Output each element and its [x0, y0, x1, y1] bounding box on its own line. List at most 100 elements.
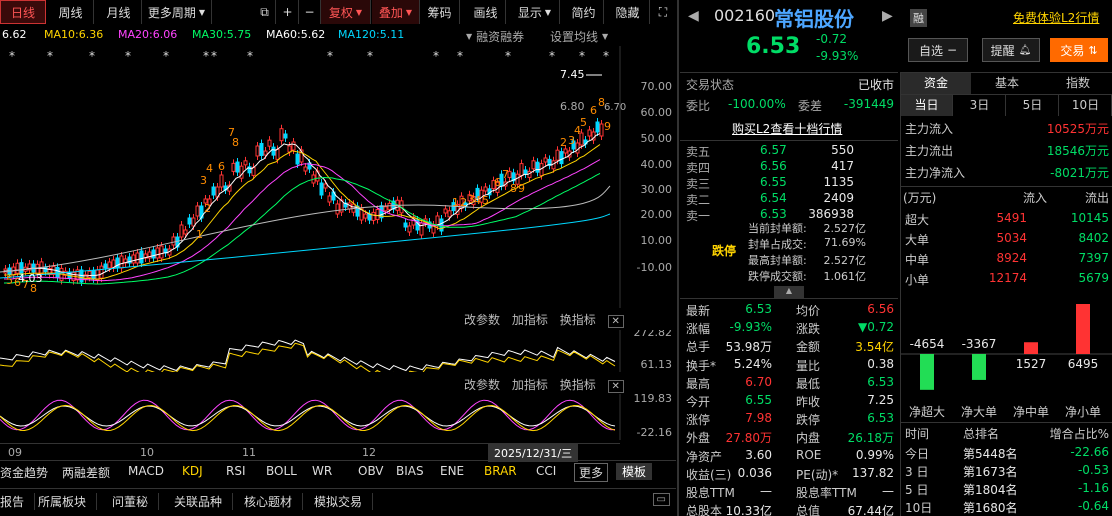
display-button[interactable]: 显示 ▼ [510, 0, 560, 24]
chips-button[interactable]: 筹码 [420, 0, 460, 24]
indicator2-swap-button[interactable]: 换指标 [560, 378, 596, 392]
restore-right-button[interactable]: 复权 ▼ [321, 0, 371, 24]
candle-body [283, 133, 288, 139]
l2-promo-link[interactable]: 免费体验L2行情 [1013, 9, 1099, 26]
margin-link[interactable]: ▼ 融资融券 [466, 27, 524, 45]
flow-table: (万元) 流入 流出 超大 5491 10145 大单 5034 8402 中单 8924 7397 小… [901, 186, 1112, 290]
rank-time: 今日 [905, 447, 930, 461]
tab-week[interactable]: 周线 [48, 0, 94, 24]
copy-icon[interactable]: ⧉ [254, 0, 276, 24]
stock-code: 002160 [714, 6, 776, 25]
set-ma-link[interactable]: 设置均线 ▼ [550, 27, 608, 45]
fund-tab[interactable]: 基本 [972, 73, 1042, 94]
watchlist-label: 自选 [918, 43, 943, 58]
candle-body [263, 150, 268, 156]
month-axis: 09 10 11 12 2025/12/31/三 [0, 443, 620, 462]
ask-level-label: 卖五 [686, 145, 711, 159]
ask-price: 6.56 [760, 159, 787, 173]
footer-tab[interactable]: 关联品种 [174, 493, 234, 510]
indicator-tab[interactable]: BIAS [396, 464, 424, 478]
hide-button[interactable]: 隐藏 [606, 0, 650, 24]
candle-body [447, 210, 452, 218]
flow-row-in: 8924 [996, 251, 1027, 265]
collapse-icon[interactable]: ▲ [774, 286, 804, 298]
quote-field-value: 3.54亿 [855, 340, 894, 355]
candle-body [599, 123, 604, 137]
footer-tab[interactable]: 核心题材 [244, 493, 304, 510]
day-tab[interactable]: 5日 [1007, 95, 1059, 116]
more-periods-label: 更多周期 [147, 5, 196, 20]
indicator1-line [0, 342, 616, 372]
more-tab[interactable]: 更多 [574, 463, 609, 482]
footer-tab[interactable]: 所属板块 [38, 493, 98, 510]
axis-label: 50.00 [641, 132, 673, 145]
footer-tab[interactable]: 问董秘 [112, 493, 160, 510]
event-marker: * [579, 49, 585, 63]
day-tab[interactable]: 3日 [954, 95, 1006, 116]
plus-icon[interactable]: + [277, 0, 299, 24]
close-icon[interactable]: ✕ [607, 380, 624, 393]
display-label: 显示 [517, 5, 542, 20]
draw-button[interactable]: 画线 [466, 0, 506, 24]
footer-tab[interactable]: 模拟交易 [314, 493, 374, 510]
kline-chart[interactable]: 70.00 60.00 50.00 40.00 30.00 20.00 10.00 -10.0… [0, 46, 676, 308]
quote-field-value: 27.80万 [725, 431, 772, 446]
simplify-button[interactable]: 简约 [564, 0, 604, 24]
fund-tab[interactable]: 指数 [1043, 73, 1112, 94]
prev-stock-icon[interactable]: ◀ [688, 8, 699, 24]
day-tab[interactable]: 10日 [1060, 95, 1112, 116]
quote-field-value: 10.33亿 [725, 504, 772, 516]
price-change-pct: -9.93% [816, 49, 859, 63]
indicator-tab[interactable]: BOLL [266, 464, 297, 478]
ask-level-label: 卖二 [686, 193, 711, 207]
indicator-tab[interactable]: ENE [440, 464, 464, 478]
indicator2-params-button[interactable]: 改参数 [464, 378, 500, 392]
footer-tab[interactable]: 报告 [0, 493, 36, 510]
remind-button[interactable]: 提醒 🔔︎ [982, 38, 1040, 62]
next-stock-icon[interactable]: ▶ [882, 8, 893, 24]
indicator-tab[interactable]: OBV [358, 464, 384, 478]
expand-icon[interactable]: ⛶ [652, 0, 674, 24]
rank-time: 5 日 [905, 483, 929, 497]
net-bar-label: 净中单 [1013, 404, 1049, 419]
quote-field-value: 5.24% [733, 356, 772, 371]
l2-purchase-link[interactable]: 购买L2查看十档行情 [732, 120, 842, 137]
last-price: 6.53 [746, 34, 801, 59]
tab-month[interactable]: 月线 [96, 0, 142, 24]
indicator2-add-button[interactable]: 加指标 [512, 378, 548, 392]
event-marker: * [327, 49, 333, 63]
minus-icon[interactable]: − [299, 0, 321, 24]
indicator1-swap-button[interactable]: 换指标 [560, 313, 596, 327]
candle-body [575, 142, 580, 154]
indicator-tab[interactable]: KDJ [182, 464, 203, 478]
trade-button[interactable]: 交易 ⇅ [1050, 38, 1108, 62]
indicator-tab[interactable]: MACD [128, 464, 164, 478]
indicator-tab[interactable]: WR [312, 464, 332, 478]
fund-tab[interactable]: 资金 [901, 73, 971, 94]
quote-field-label: 今开 [686, 395, 711, 409]
candle-body [383, 206, 388, 212]
template-tab[interactable]: 模板 [616, 463, 653, 480]
overlay-button[interactable]: 叠加 ▼ [372, 0, 420, 24]
sequence-marker: 5 [482, 194, 489, 207]
candle-body [291, 141, 296, 151]
scroll-icon[interactable]: ▭ [652, 493, 670, 506]
ma5-label: 6.62 [2, 28, 27, 41]
watchlist-button[interactable]: 自选 − [908, 38, 968, 62]
indicator1-params-button[interactable]: 改参数 [464, 313, 500, 327]
indicator-tab[interactable]: 两融差额 [62, 464, 110, 481]
sequence-marker: 5 [6, 274, 13, 287]
close-icon[interactable]: ✕ [607, 315, 624, 328]
indicator-tab[interactable]: 资金趋势 [0, 464, 48, 481]
tab-day[interactable]: 日线 [0, 0, 46, 24]
ma30-label: MA30:5.75 [192, 28, 252, 41]
indicator1-add-button[interactable]: 加指标 [512, 313, 548, 327]
indicator-tab[interactable]: RSI [226, 464, 246, 478]
order-ratio-value: -100.00% [728, 97, 786, 111]
flow-label: 主力流入 [905, 122, 954, 136]
flow-out-header: 流出 [1084, 191, 1109, 205]
indicator-tab[interactable]: CCI [536, 464, 556, 478]
indicator-tab[interactable]: BRAR [484, 464, 517, 478]
day-tab[interactable]: 当日 [901, 95, 953, 116]
tab-more-periods[interactable]: 更多周期 ▼ [142, 0, 212, 24]
